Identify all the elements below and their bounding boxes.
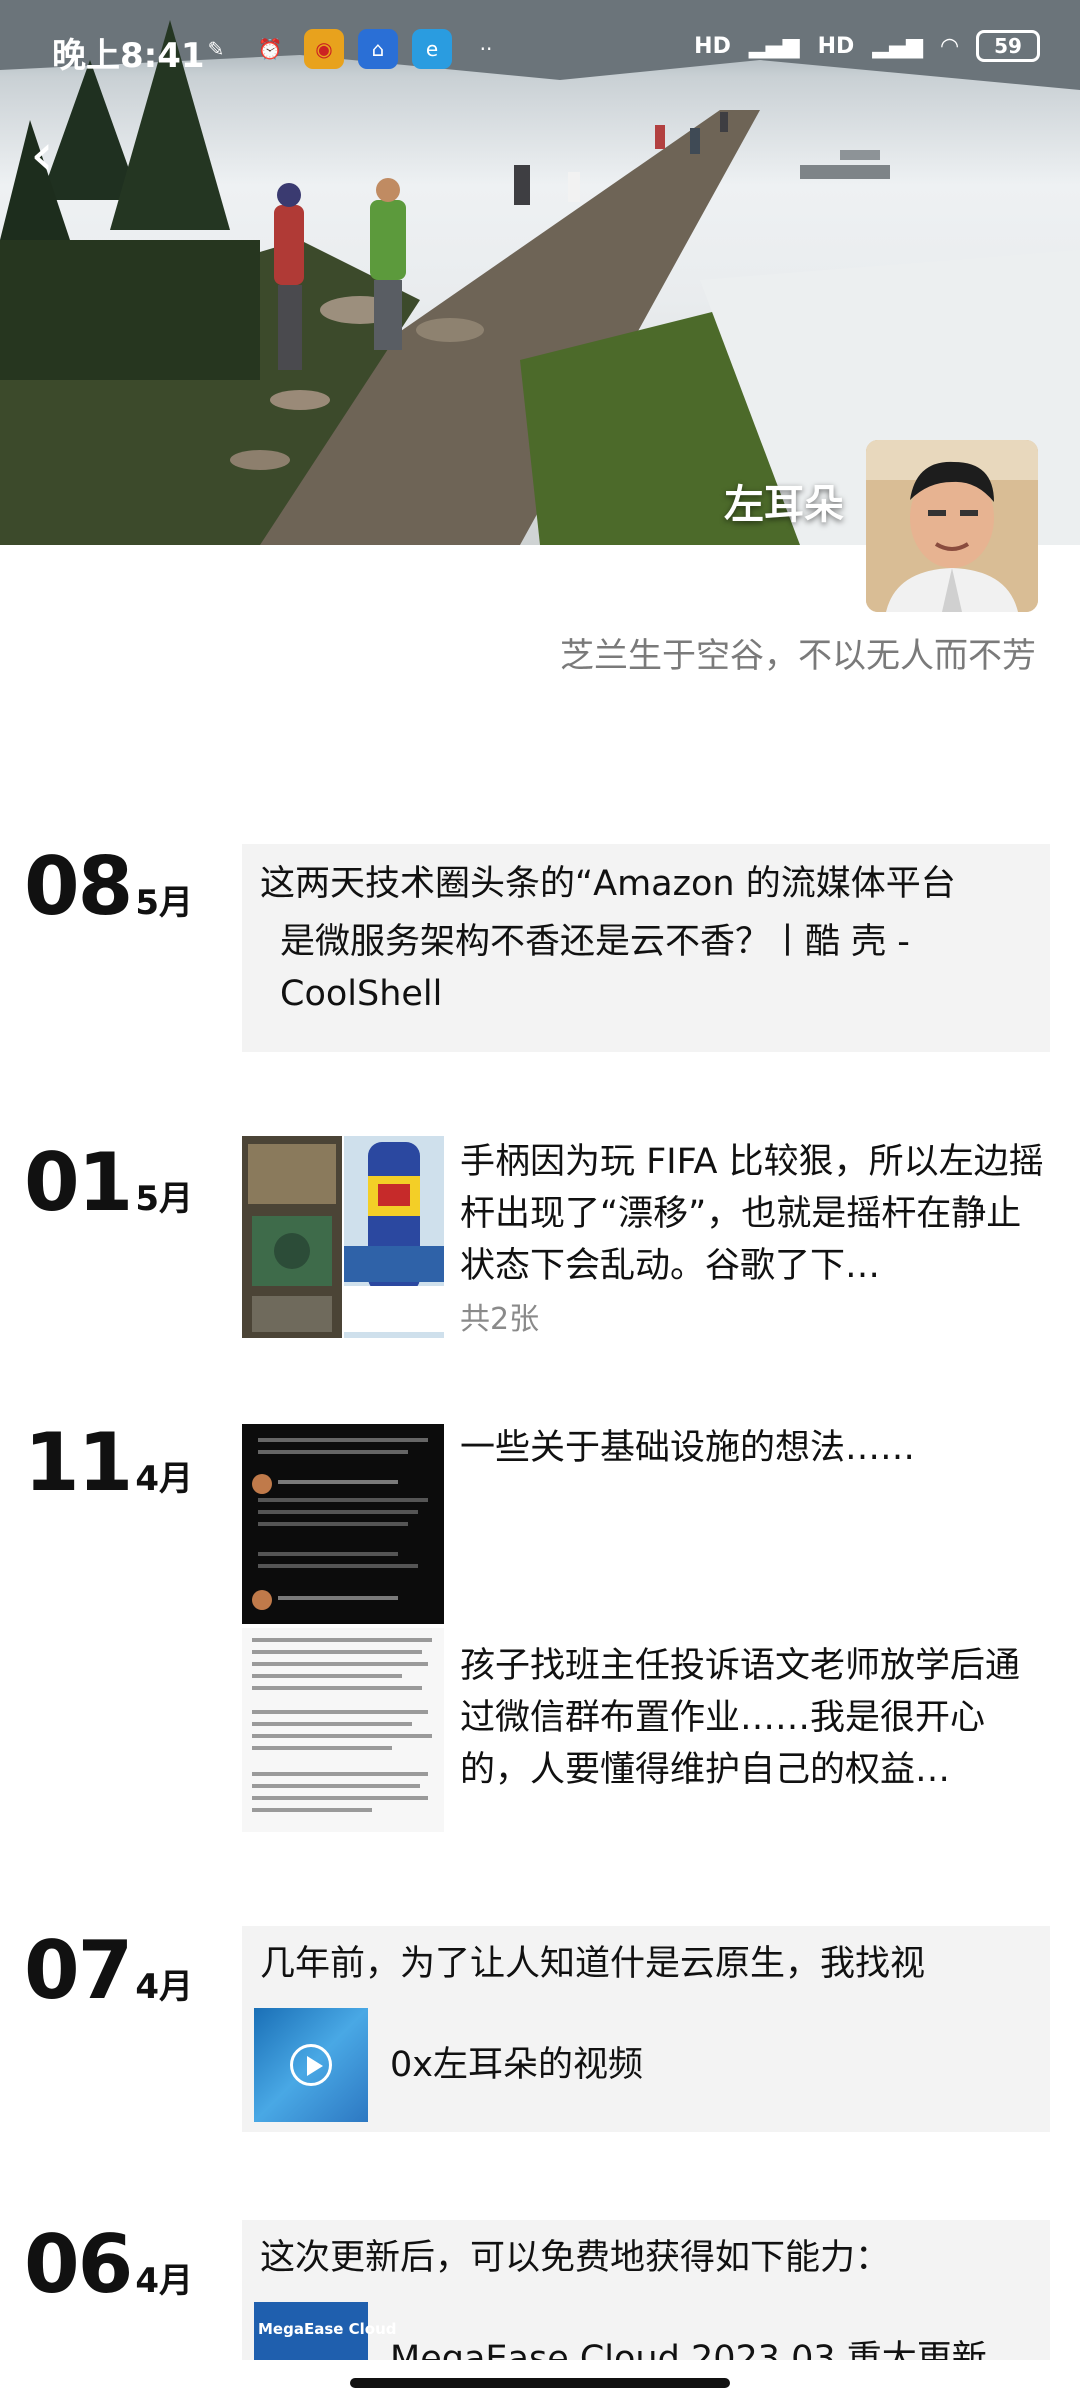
back-button[interactable]: ‹ (30, 120, 90, 190)
video-card[interactable]: 几年前，为了让人知道什是云原生，我找视 0x左耳朵的视频 (242, 1926, 1050, 2132)
mute-icon: ✎ (207, 37, 225, 61)
notification-icons: ✎ ⏰ ◉ ⌂ e ·· (196, 28, 506, 70)
battery-icon: 59 (976, 30, 1040, 62)
date-month: 4月 (135, 1967, 193, 2007)
signal-label: HD (694, 33, 731, 59)
alarm-icon: ⏰ (257, 37, 283, 61)
home-indicator[interactable] (350, 2378, 730, 2388)
weibo-icon: ◉ (304, 29, 344, 69)
post-text[interactable]: 孩子找班主任投诉语文老师放学后通过微信群布置作业……我是很开心的，人要懂得维护自… (460, 1640, 1050, 1796)
post-date: 01 5月 (24, 1136, 193, 1229)
image-count: 共2张 (460, 1302, 540, 1337)
date-month: 5月 (135, 883, 193, 923)
profile-signature: 芝兰生于空谷，不以无人而不芳 (560, 636, 1036, 676)
post-date: 11 4月 (24, 1416, 193, 1509)
list-item: 06 4月 这次更新后，可以免费地获得如下能力： MegaEase Cloud … (0, 2218, 1080, 2360)
link-title: MegaEase Cloud 2023.03 重大更新 (390, 2339, 987, 2360)
post-text: 这次更新后，可以免费地获得如下能力： (260, 2238, 891, 2278)
link-card[interactable]: 这两天技术圈头条的“Amazon 的流媒体平台 是微服务架构不香还是云不香？丨酷… (242, 844, 1050, 1052)
status-time: 晚上8:41 (52, 36, 205, 76)
signal-icon: ▂▄▆ (748, 33, 800, 59)
signal-label: HD (817, 33, 855, 59)
link-row: MegaEase Cloud MegaEase Cloud 2023.03 重大… (254, 2302, 987, 2360)
post-text[interactable]: 手柄因为玩 FIFA 比较狠，所以左边摇杆出现了“漂移”，也就是摇杆在静止状态下… (460, 1136, 1050, 1292)
chevron-left-icon: ‹ (30, 120, 54, 190)
date-month: 5月 (135, 1179, 193, 1219)
link-title: 是微服务架构不香还是云不香？丨酷 壳 - CoolShell (280, 922, 910, 1014)
play-icon (290, 2044, 332, 2086)
video-label: 0x左耳朵的视频 (390, 2045, 643, 2085)
app-icon: ⌂ (358, 29, 398, 69)
link-card[interactable]: 这次更新后，可以免费地获得如下能力： MegaEase Cloud MegaEa… (242, 2220, 1050, 2360)
post-date: 08 5月 (24, 840, 193, 933)
link-thumbnail: MegaEase Cloud (254, 2302, 397, 2360)
avatar[interactable] (866, 440, 1038, 612)
post-date: 07 4月 (24, 1924, 193, 2017)
post-text: 这两天技术圈头条的“Amazon 的流媒体平台 (260, 864, 956, 904)
date-month: 4月 (135, 1459, 193, 1499)
photo-thumbnail[interactable] (242, 1424, 444, 1624)
date-day: 01 (24, 1136, 133, 1229)
date-day: 08 (24, 840, 133, 933)
status-right: HD ▂▄▆ HD ▂▄▆ ◠ 59 (694, 30, 1040, 62)
photo-thumbnail[interactable] (242, 1628, 444, 1832)
status-bar: 晚上8:41 ✎ ⏰ ◉ ⌂ e ·· HD ▂▄▆ HD ▂▄▆ ◠ 59 (0, 0, 1080, 100)
wifi-icon: ◠ (941, 33, 958, 59)
profile-nickname: 左耳朵 (724, 482, 844, 528)
post-text: 几年前，为了让人知道什是云原生，我找视 (260, 1944, 926, 1984)
post-text[interactable]: 一些关于基础设施的想法…… (460, 1422, 1050, 1474)
video-thumbnail (254, 2008, 368, 2122)
more-icon: ·· (479, 37, 493, 61)
post-date: 06 4月 (24, 2218, 193, 2311)
date-day: 06 (24, 2218, 133, 2311)
signal-icon: ▂▄▆ (872, 33, 924, 59)
date-month: 4月 (135, 2261, 193, 2301)
date-day: 11 (24, 1416, 133, 1509)
video-row: 0x左耳朵的视频 (254, 2008, 643, 2122)
app-icon: e (412, 29, 452, 69)
date-day: 07 (24, 1924, 133, 2017)
thumbnail-caption: MegaEase Cloud (258, 2320, 397, 2338)
photo-thumbnail[interactable] (242, 1136, 444, 1338)
